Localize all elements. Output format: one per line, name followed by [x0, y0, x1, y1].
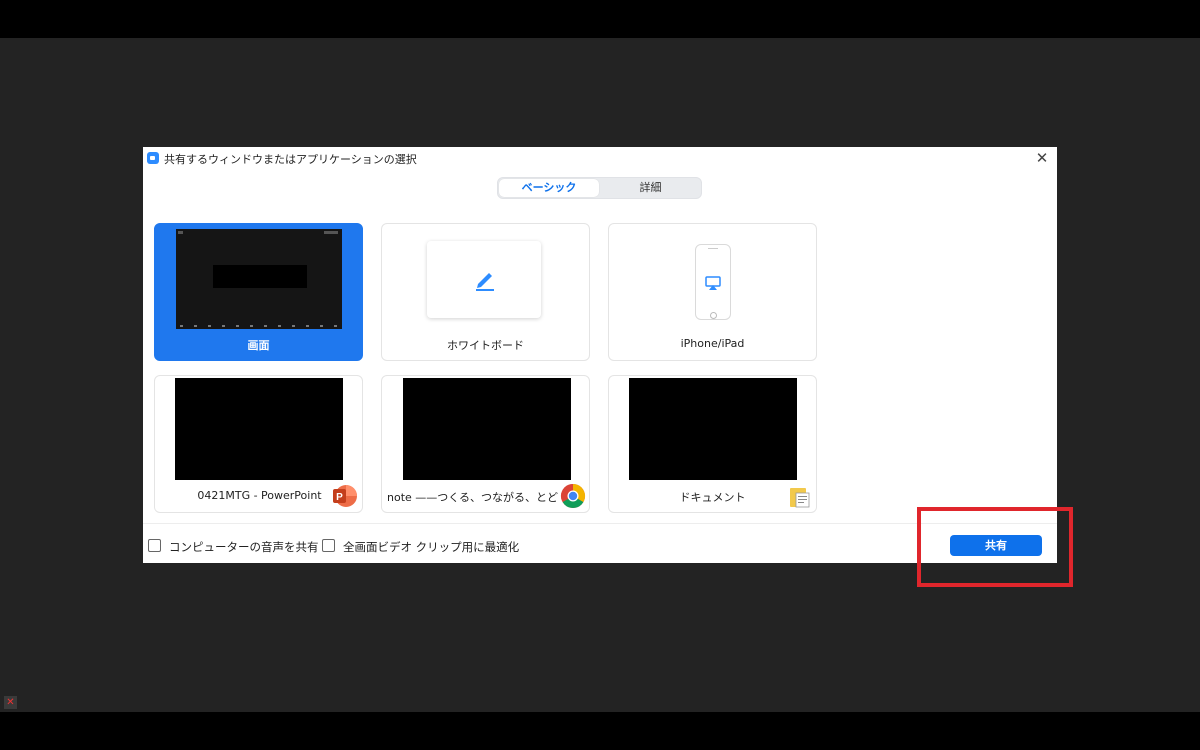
- powerpoint-icon: P: [333, 485, 357, 507]
- redacted-area: [213, 265, 307, 288]
- tile-label: ドキュメント: [679, 491, 746, 504]
- window-thumbnail: [629, 378, 797, 480]
- optimize-video-label: 全画面ビデオ クリップ用に最適化: [343, 540, 520, 554]
- annotation-highlight-box: [917, 507, 1073, 587]
- tile-label: note ——つくる、つながる、とどける...: [387, 491, 559, 504]
- airplay-icon: [705, 276, 721, 290]
- folder-icon: [790, 488, 810, 508]
- window-thumbnail: [175, 378, 343, 480]
- tile-screen[interactable]: 画面: [154, 223, 363, 361]
- letterbox-top: [0, 0, 1200, 38]
- chrome-icon: [560, 484, 586, 509]
- optimize-video-checkbox[interactable]: [322, 539, 335, 552]
- dialog-titlebar: 共有するウィンドウまたはアプリケーションの選択 ✕: [143, 147, 1057, 169]
- share-audio-checkbox[interactable]: [148, 539, 161, 552]
- tile-window-powerpoint[interactable]: 0421MTG - PowerPoint P: [154, 375, 363, 513]
- tab-advanced[interactable]: 詳細: [601, 179, 700, 197]
- close-icon[interactable]: ✕: [1033, 149, 1051, 167]
- tile-iphone-ipad[interactable]: iPhone/iPad: [608, 223, 817, 361]
- screen-thumbnail: [176, 229, 342, 329]
- phone-preview: [695, 244, 731, 320]
- tab-basic[interactable]: ベーシック: [499, 179, 599, 197]
- pencil-icon: [476, 273, 494, 291]
- tile-label: ホワイトボード: [447, 339, 524, 352]
- svg-text:P: P: [336, 492, 343, 503]
- muted-mic-icon: ✕: [4, 696, 17, 709]
- mode-switch: ベーシック 詳細: [497, 177, 702, 199]
- tile-window-chrome[interactable]: note ——つくる、つながる、とどける...: [381, 375, 590, 513]
- window-thumbnail: [403, 378, 571, 480]
- share-audio-label: コンピューターの音声を共有: [169, 540, 319, 554]
- zoom-app-icon: [147, 152, 159, 164]
- letterbox-bottom: [0, 712, 1200, 750]
- share-screen-dialog: 共有するウィンドウまたはアプリケーションの選択 ✕ ベーシック 詳細 画面 ホワ…: [143, 147, 1057, 563]
- tile-label: iPhone/iPad: [680, 337, 745, 350]
- dialog-title: 共有するウィンドウまたはアプリケーションの選択: [164, 153, 417, 166]
- tile-whiteboard[interactable]: ホワイトボード: [381, 223, 590, 361]
- tile-window-documents[interactable]: ドキュメント: [608, 375, 817, 513]
- whiteboard-preview: [427, 241, 541, 318]
- tile-label: 画面: [247, 339, 270, 352]
